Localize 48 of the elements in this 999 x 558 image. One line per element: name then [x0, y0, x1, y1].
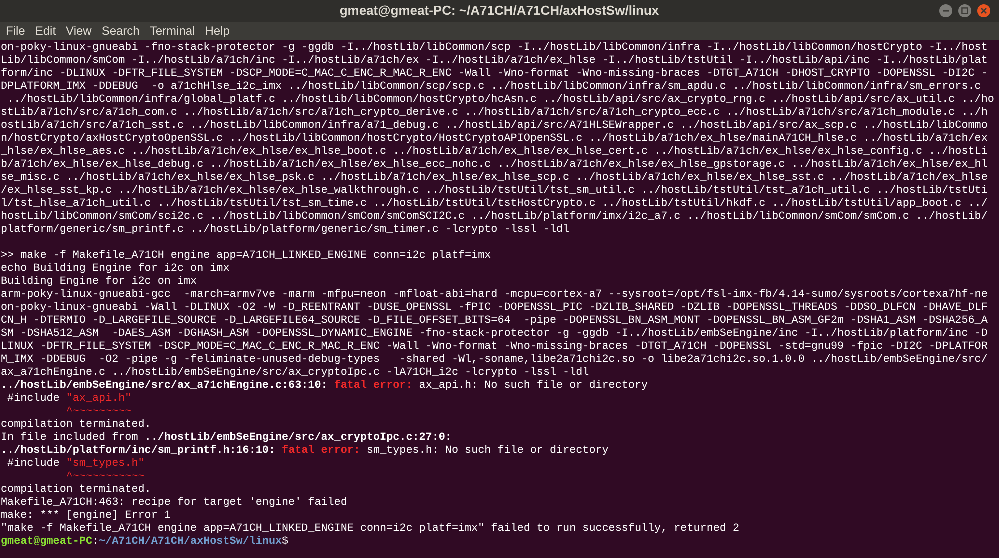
terminal-line: >> make -f Makefile_A71CH engine app=A71CH_LINKED_ENGINE conn=i2c platf=imx: [1, 250, 492, 263]
terminal-line: ax_a71chEngine.c ../hostLib/embSeEngine/src/ax_cryptoIpc.c -lA71CH_i2c -lcrypto -lssl -ldl: [1, 367, 590, 380]
terminal-line: stLib/a71ch/src/a71ch_com.c ../hostLib/a71ch/src/a71ch_crypto_derive.c ../hostLib/a71ch/src/a71ch_crypto_ecc.c ../hostLib/a71ch/src/a71ch_module.c ../h: [1, 107, 988, 120]
terminal-line: ../hostLib/platform/inc/sm_printf.h:16:10: fatal error: sm_types.h: No such file or directory: [1, 445, 609, 458]
menu-item[interactable]: Terminal: [150, 22, 196, 40]
terminal-line: CN_H -DTERMIO -D_LARGEFILE_SOURCE -D_LARGEFILE64_SOURCE -D_FILE_OFFSET_BITS=64 -pipe -DOPENSSL_BN_ASM_MONT -DOPENSSL_BN_ASM_GF2m -DSHA1_ASM -DSHA256_A: [1, 315, 988, 328]
terminal-line: _hlse/ex_hlse_aes.c ../hostLib/a71ch/ex_hlse/ex_hlse_boot.c ../hostLib/a71ch/ex_hlse/ex_hlse_cert.c ../hostLib/a71ch/ex_hlse/ex_hlse_config.c ../hostLi: [1, 146, 988, 159]
terminal-line: make: *** [engine] Error 1: [1, 510, 171, 523]
terminal-line: ^~~~~~~~~~: [65, 406, 132, 419]
terminal-line: compilation terminated.: [1, 484, 152, 497]
terminal-line: "make -f Makefile_A71CH engine app=A71CH_LINKED_ENGINE conn=i2c platf=imx" failed to run successfully, returned 2: [1, 523, 740, 536]
terminal-line: form/inc -DLINUX -DFTR_FILE_SYSTEM -DSCP_MODE=C_MAC_C_ENC_R_MAC_R_ENC -Wall -Wno-format -Wno-missing-braces -DTGT_A71CH -DHOST_CRYPTO -DOPENSSL -DI2C -: [1, 68, 988, 81]
terminal-line: Lib/libCommon/smCom -I../hostLib/a71ch/inc -I../hostLib/a71ch/ex -I../hostLib/a71ch/ex_hlse -I../hostLib/tstUtil -I../hostLib/api/inc -I../hostLib/plat: [1, 55, 988, 68]
terminal-line: n/hostCrypto/axHostCryptoOpenSSL.c ../hostLib/libCommon/hostCrypto/HostCryptoAPIOpenSSL.c ../hostLib/a71ch/ex_hlse/mainA71CH_hlse.c ../hostLib/a71ch/ex: [1, 133, 988, 146]
terminal-line: se_misc.c ../hostLib/a71ch/ex_hlse/ex_hlse_psk.c ../hostLib/a71ch/ex_hlse/ex_hlse_scp.c ../hostLib/a71ch/ex_hlse/ex_hlse_sst.c ../hostLib/a71ch/ex_hlse: [1, 172, 988, 185]
terminal-line: Building Engine for i2c on imx: [1, 276, 198, 289]
terminal-line: on-poky-linux-gnueabi -fno-stack-protector -g -ggdb -I../hostLib/libCommon/scp -I../hostLib/libCommon/infra -I../hostLib/libCommon/hostCrypto -I../host: [1, 42, 988, 55]
terminal-line: /ex_hlse_sst_kp.c ../hostLib/a71ch/ex_hlse/ex_hlse_walkthrough.c ../hostLib/tstUtil/tst_sm_util.c ../hostLib/tstUtil/tst_a71ch_util.c ../hostLib/tstUti: [1, 185, 988, 198]
minimize-icon[interactable]: [939, 4, 953, 18]
terminal-line: b/a71ch/ex_hlse/ex_hlse_debug.c ../hostLib/a71ch/ex_hlse/ex_hlse_ecc_nohc.c ../hostLib/a71ch/ex_hlse/ex_hlse_gpstorage.c ../hostLib/a71ch/ex_hlse/ex_hl: [1, 159, 988, 172]
terminal-line: LINUX -DFTR_FILE_SYSTEM -DSCP_MODE=C_MAC_C_ENC_R_MAC_R_ENC -Wall -Wno-format -Wno-missing-braces -DTGT_A71CH -DOPENSSL -std=gnu99 -fpic -DI2C -DPLATFOR: [1, 341, 988, 354]
menu-item[interactable]: Search: [102, 22, 140, 40]
terminal-line: arm-poky-linux-gnueabi-gcc -march=armv7ve -marm -mfpu=neon -mfloat-abi=hard -mcpu=cortex-a7 --sysroot=/opt/fsl-imx-fb/4.14-sumo/sysroots/cortexa7hf-ne: [1, 289, 988, 302]
window-title: gmeat@gmeat-PC: ~/A71CH/A71CH/axHostSw/linux: [340, 2, 660, 20]
close-icon[interactable]: [977, 4, 991, 18]
terminal-line: Makefile_A71CH:463: recipe for target 'engine' failed: [1, 497, 348, 510]
terminal-line: ../hostLib/libCommon/infra/global_platf.c ../hostLib/libCommon/hostCrypto/hcAsn.c ../hostLib/api/src/ax_crypto_rng.c ../hostLib/api/src/ax_util.c ../ho: [6, 94, 994, 107]
menu-item[interactable]: File: [6, 22, 26, 40]
terminal-line: M_IMX -DDEBUG -O2 -pipe -g -feliminate-unused-debug-types -shared -Wl,-soname,libe2a71chi2c.so -o libe2a71chi2c.so.1.0.0 ../hostLib/embSeEngine/src/: [1, 354, 988, 367]
terminal-line: gmeat@gmeat-PC:~/A71CH/A71CH/axHostSw/linux$: [1, 536, 289, 549]
terminal-line: #include "sm_types.h": [6, 458, 145, 471]
terminal-line: SM -DSHA512_ASM -DAES_ASM -DGHASH_ASM -DOPENSSL_DYNAMIC_ENGINE -fno-stack-protector -g -ggdb -I../hostLib/embSeEngine/inc -I../hostLib/platform/inc -D: [1, 328, 988, 341]
maximize-icon[interactable]: [958, 4, 972, 18]
terminal-line: In file included from ../hostLib/embSeEngine/src/ax_cryptoIpc.c:27:0:: [1, 432, 452, 445]
terminal-line: ../hostLib/embSeEngine/src/ax_a71chEngine.c:63:10: fatal error: ax_api.h: No such file or directory: [1, 380, 648, 393]
terminal-line: compilation terminated.: [1, 419, 152, 432]
terminal-line: hostLib/libCommon/smCom/sci2c.c ../hostLib/libCommon/smCom/smComSCI2C.c ../hostLib/platform/imx/i2c_a7.c ../hostLib/libCommon/smCom/smCom.c ../hostLib/: [1, 211, 988, 224]
terminal-line: DPLATFORM_IMX -DDEBUG -o a71chHlse_i2c_imx ../hostLib/libCommon/scp/scp.c ../hostLib/libCommon/infra/sm_apdu.c ../hostLib/libCommon/infra/sm_errors.c: [1, 81, 982, 94]
terminal-line: ^~~~~~~~~~~~: [65, 471, 145, 484]
menu-item[interactable]: Help: [205, 22, 230, 40]
terminal-line: on-poky-linux-gnueabi -Wall -DLINUX -O2 -W -D_REENTRANT -DUSE_OPENSSL -fPIC -DOPENSSL_PIC -DZLIB_SHARED -DZLIB -DOPENSSL_THREADS -DDSO_DLFCN -DHAVE_DLF: [1, 302, 988, 315]
terminal-line: ostLib/a71ch/src/a71ch_sst.c ../hostLib/libCommon/infra/a71_debug.c ../hostLib/api/src/A71HLSEWrapper.c ../hostLib/api/src/ax_scp.c ../hostLib/libCommo: [1, 120, 988, 133]
terminal-line: echo Building Engine for i2c on imx: [1, 263, 230, 276]
menu-item[interactable]: Edit: [35, 22, 56, 40]
terminal-line: platform/generic/sm_printf.c ../hostLib/platform/generic/sm_timer.c -lcrypto -lssl -ldl: [1, 224, 570, 237]
terminal-line: l/tst_hlse_a71ch_util.c ../hostLib/tstUtil/tst_sm_time.c ../hostLib/tstUtil/tstHostCrypto.c ../hostLib/tstUtil/hkdf.c ../hostLib/tstUtil/app_boot.c ../: [1, 198, 988, 211]
menu-item[interactable]: View: [66, 22, 92, 40]
terminal-line: #include "ax_api.h": [6, 393, 132, 406]
